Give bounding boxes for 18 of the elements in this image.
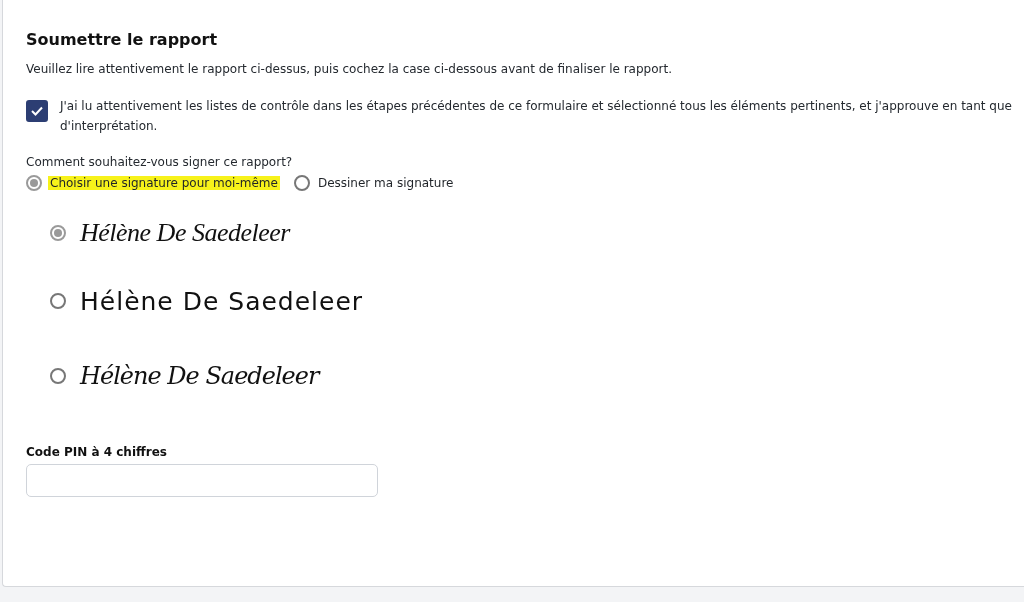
check-icon xyxy=(31,106,43,116)
instructions-text: Veuillez lire attentivement le rapport ci-dessus, puis cochez la case ci-dessous avant de finaliser le rapport. xyxy=(26,62,673,76)
radio-button[interactable] xyxy=(293,175,310,191)
radio-label[interactable]: Choisir une signature pour moi-même xyxy=(48,176,280,190)
signature-text: Hélène De Saedeleer xyxy=(80,218,290,248)
radio-button[interactable] xyxy=(26,175,42,191)
pin-field[interactable] xyxy=(26,464,378,497)
sign-question: Comment souhaitez-vous signer ce rapport? xyxy=(26,155,294,169)
approval-checkbox[interactable] xyxy=(26,100,48,122)
pin-label: Code PIN à 4 chiffres xyxy=(26,445,168,459)
radio-label[interactable]: Dessiner ma signature xyxy=(315,176,456,190)
signature-text: Hélène De Saedeleer xyxy=(80,286,364,316)
signature-text: Hélène De Saedeleer xyxy=(80,362,319,390)
radio-button[interactable] xyxy=(50,368,66,384)
radio-button[interactable] xyxy=(50,225,66,241)
radio-button[interactable] xyxy=(50,293,66,309)
section-title: Soumettre le rapport xyxy=(26,30,219,49)
approval-label: J'ai lu attentivement les listes de contrôle dans les étapes précédentes de ce formulaire et sélectionné tous les éléments pertinents, et j'approuve en tant que d'interprétation. xyxy=(60,98,1013,135)
